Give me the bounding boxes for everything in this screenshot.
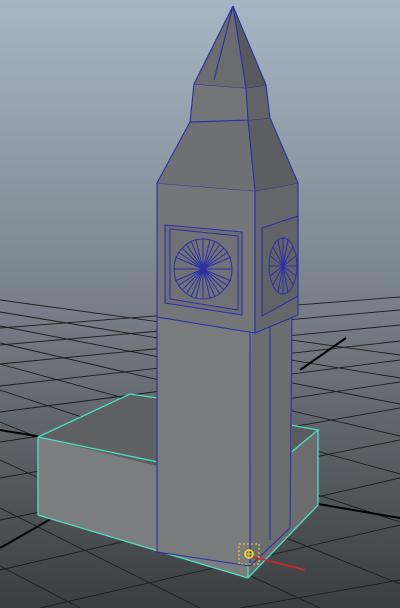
tower-front-face	[157, 313, 252, 566]
tower-right-face	[250, 312, 292, 566]
clock-dial-front	[173, 238, 233, 300]
belfry-front-face	[190, 84, 248, 122]
clock-dial-right	[268, 237, 298, 295]
viewport-canvas[interactable]	[0, 0, 400, 608]
maya-perspective-viewport[interactable]	[0, 0, 400, 608]
